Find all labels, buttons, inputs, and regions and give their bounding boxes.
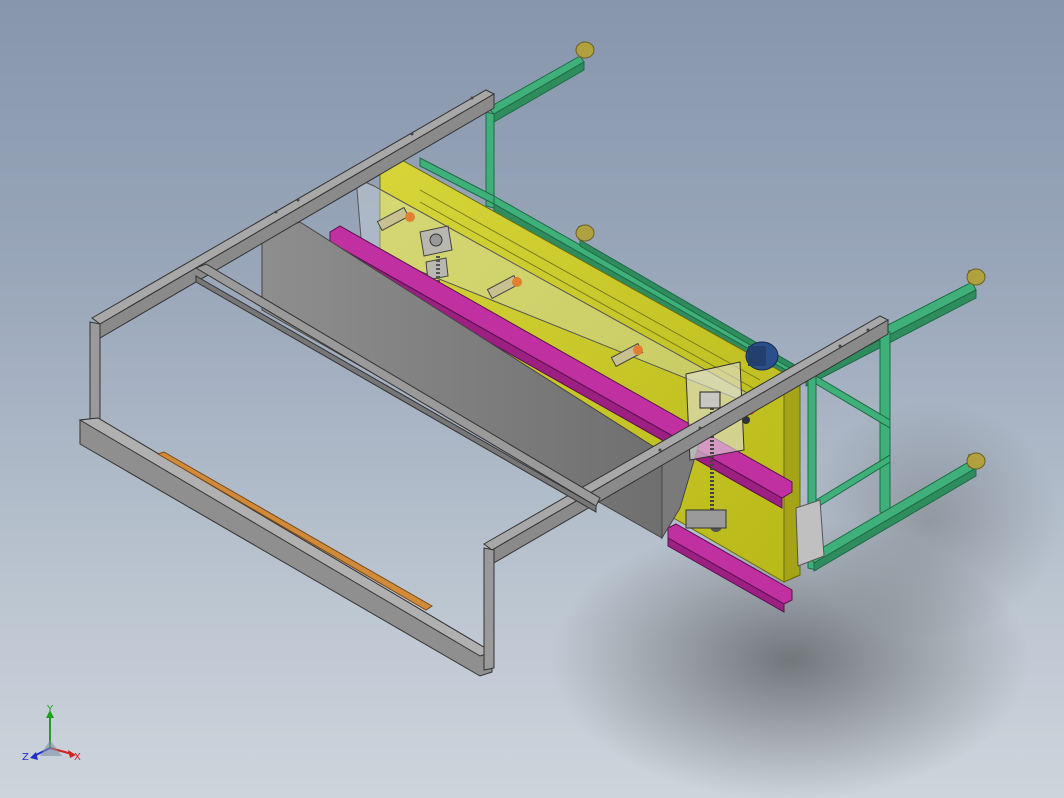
model-canvas[interactable]: Y X Z xyxy=(0,0,1064,798)
z-axis-arrow-icon xyxy=(30,752,38,760)
orientation-triad: Y X Z xyxy=(22,704,81,763)
foot-right-top[interactable] xyxy=(966,268,986,286)
foot-top[interactable] xyxy=(575,41,595,59)
orange-strip[interactable] xyxy=(156,451,433,611)
foot-right-bottom[interactable] xyxy=(966,452,986,470)
z-axis-label: Z xyxy=(22,752,29,763)
x-axis-label: X xyxy=(74,752,81,763)
foot-mid[interactable] xyxy=(575,224,595,242)
control-box[interactable] xyxy=(795,499,825,567)
triad-base-icon xyxy=(40,740,62,756)
y-axis-label: Y xyxy=(46,704,54,715)
cad-viewport[interactable]: Y X Z xyxy=(0,0,1064,798)
drive-motor[interactable] xyxy=(745,341,779,371)
